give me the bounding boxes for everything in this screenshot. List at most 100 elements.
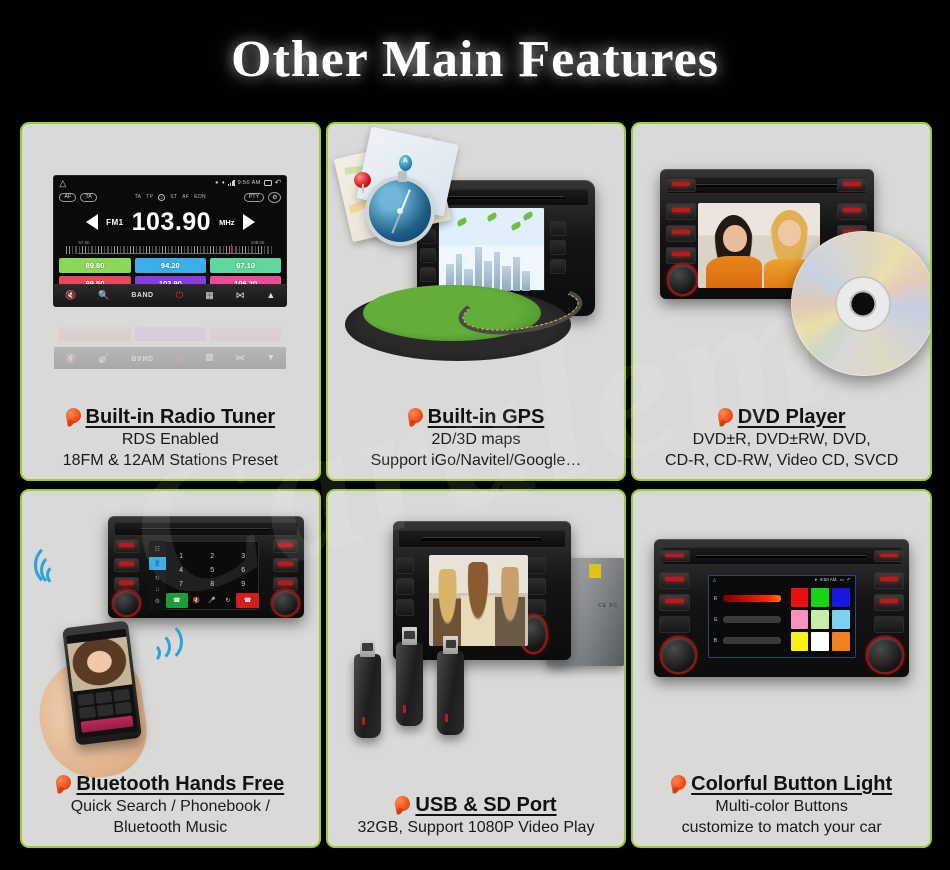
bt-side-button[interactable]	[113, 538, 140, 553]
dial-key[interactable]: 4	[166, 563, 197, 577]
usb-side-button[interactable]	[396, 599, 415, 616]
search-icon[interactable]: 🔍	[98, 291, 109, 300]
call-icon[interactable]: ☎	[165, 593, 188, 609]
color-swatch[interactable]	[832, 632, 850, 652]
feature-panel-bluetooth[interactable]: ☷ 👤 ↻ ♫ ⚙ 1 2 3 4 5 6 7 8 9 ☎ 🔇 🎤 ↻ ☎ Bl…	[20, 489, 321, 848]
mute-icon[interactable]: 🔇	[65, 291, 76, 300]
volume-knob[interactable]	[668, 265, 697, 294]
volume-knob-left[interactable]	[113, 590, 140, 615]
dvd-top-button[interactable]	[666, 178, 697, 193]
color-swatch[interactable]	[811, 632, 830, 652]
volume-knob-left[interactable]	[661, 638, 695, 672]
band-button[interactable]: BAND	[131, 292, 153, 299]
ta-button[interactable]: TA	[80, 192, 97, 203]
recents-icon[interactable]: ▭	[840, 577, 844, 583]
dvd-top-button[interactable]	[837, 178, 868, 193]
dial-key[interactable]: 1	[166, 549, 197, 563]
dial-key[interactable]: 9	[228, 578, 259, 592]
cl-top-button[interactable]	[659, 549, 690, 563]
preset-button[interactable]: 94.20	[134, 258, 206, 273]
back-icon[interactable]: ↶	[847, 577, 851, 583]
gps-map-screen[interactable]	[438, 207, 545, 292]
tune-up-button[interactable]	[242, 214, 255, 230]
color-swatch[interactable]	[811, 610, 830, 630]
bt-side-button[interactable]	[113, 577, 140, 592]
settings-icon[interactable]: ⚙	[268, 192, 282, 203]
dvd-side-button[interactable]	[666, 246, 697, 264]
color-picker-screen[interactable]: △ ♦ 9:50 AM ▭ ↶ R G B	[707, 574, 856, 658]
volume-knob-right[interactable]	[272, 590, 298, 615]
mic-icon[interactable]: 🎤	[205, 593, 220, 608]
gps-side-button[interactable]	[420, 248, 437, 263]
dial-key[interactable]: 6	[228, 563, 259, 577]
usb-video-screen[interactable]	[428, 554, 529, 647]
dvd-side-button[interactable]	[666, 202, 697, 220]
usb-side-button[interactable]	[526, 578, 547, 595]
dial-key[interactable]: 2	[197, 549, 228, 563]
cl-side-button[interactable]	[659, 594, 690, 611]
feature-panel-dvd[interactable]: DVD Player DVD±R, DVD±RW, DVD, CD-R, CD-…	[631, 122, 932, 481]
feature-panel-radio[interactable]: △ ● ♦ 9:50 AM ↶ AF TA TA TP 2 ST AF EON …	[20, 122, 321, 481]
dial-key[interactable]: 3	[228, 549, 259, 563]
bluetooth-dialer-screen[interactable]: ☷ 👤 ↻ ♫ ⚙ 1 2 3 4 5 6 7 8 9 ☎ 🔇 🎤 ↻ ☎	[149, 540, 259, 610]
cl-side-button[interactable]	[873, 616, 905, 633]
preset-button[interactable]: 97.10	[209, 258, 282, 273]
af-button[interactable]: AF	[59, 192, 77, 203]
dvd-side-button[interactable]	[837, 202, 868, 220]
recents-icon[interactable]	[263, 180, 272, 186]
color-swatch[interactable]	[790, 610, 809, 630]
dvd-side-button[interactable]	[666, 224, 697, 242]
dialpad-icon[interactable]: ☷	[155, 546, 160, 553]
green-slider-track[interactable]	[722, 616, 782, 624]
scale-cursor[interactable]	[230, 244, 233, 253]
radio-screen[interactable]: △ ● ♦ 9:50 AM ↶ AF TA TA TP 2 ST AF EON …	[54, 176, 287, 306]
gps-side-button[interactable]	[550, 258, 567, 274]
feature-panel-usb[interactable]: CE FC USB & SD Port 32GB, Support 1080P …	[325, 489, 627, 848]
gps-side-button[interactable]	[550, 239, 567, 255]
bt-side-button[interactable]	[113, 558, 140, 573]
rgb-slider-row[interactable]: G	[714, 616, 782, 624]
usb-side-button[interactable]	[396, 557, 415, 575]
settings-icon[interactable]: ⚙	[155, 598, 160, 605]
preset-button[interactable]: 89.80	[59, 258, 131, 273]
cl-side-button[interactable]	[659, 572, 690, 589]
usb-side-button[interactable]	[396, 578, 415, 595]
tune-down-button[interactable]	[86, 214, 99, 230]
color-swatch[interactable]	[811, 588, 830, 608]
contacts-icon[interactable]: 👤	[149, 557, 166, 571]
red-slider-track[interactable]	[722, 595, 782, 603]
dial-key[interactable]: 7	[166, 578, 197, 592]
cl-side-button[interactable]	[873, 572, 905, 589]
bt-side-button[interactable]	[272, 538, 298, 553]
gps-side-button[interactable]	[550, 221, 567, 236]
rgb-slider-row[interactable]: B	[714, 637, 782, 645]
color-swatch[interactable]	[832, 610, 850, 630]
dial-key[interactable]: 8	[197, 578, 228, 592]
rgb-slider-row[interactable]: R	[714, 595, 782, 603]
keypad-icon[interactable]: ▦	[205, 291, 214, 300]
refresh-icon[interactable]: ↻	[221, 593, 236, 608]
cl-side-button[interactable]	[873, 594, 905, 611]
bt-side-button[interactable]	[272, 577, 298, 592]
cl-side-button[interactable]	[659, 616, 690, 633]
color-swatch[interactable]	[790, 588, 809, 608]
music-icon[interactable]: ♫	[155, 587, 160, 593]
usb-side-button[interactable]	[526, 599, 547, 616]
usb-side-button[interactable]	[526, 557, 547, 575]
color-swatch[interactable]	[790, 632, 809, 652]
back-icon[interactable]: ↶	[275, 179, 282, 187]
shuffle-icon[interactable]: ⋈	[236, 291, 245, 300]
cl-top-button[interactable]	[873, 549, 905, 563]
end-call-icon[interactable]: ☎	[236, 593, 259, 609]
pty-button[interactable]: PTY	[243, 192, 265, 203]
dial-key[interactable]: 5	[197, 563, 228, 577]
color-swatch[interactable]	[832, 588, 850, 608]
radio-tuning-scale[interactable]: 87.50 108.00	[54, 239, 286, 256]
recents-icon[interactable]: ↻	[155, 575, 160, 582]
gps-side-button[interactable]	[420, 267, 437, 282]
volume-knob-right[interactable]	[868, 638, 902, 672]
feature-panel-colorlight[interactable]: △ ♦ 9:50 AM ▭ ↶ R G B Colorful Button Li…	[631, 489, 932, 848]
power-icon[interactable]: ⏻	[175, 290, 183, 301]
bt-side-button[interactable]	[272, 558, 298, 573]
equalizer-icon[interactable]: ▲	[266, 291, 275, 300]
